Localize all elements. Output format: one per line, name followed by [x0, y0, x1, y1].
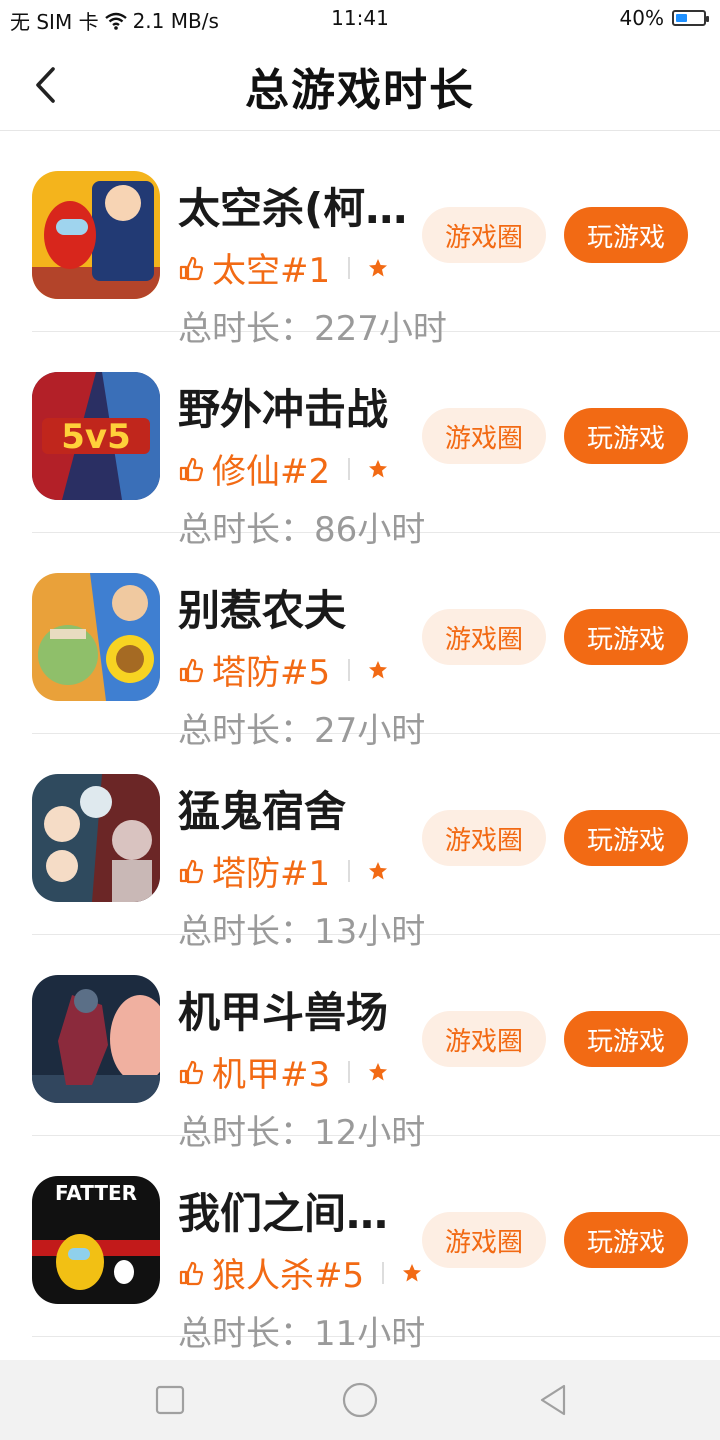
- recents-button[interactable]: [148, 1378, 192, 1422]
- tag-divider: [348, 859, 351, 882]
- page-title: 总游戏时长: [245, 65, 475, 116]
- thumbs-up-icon: [179, 1261, 204, 1285]
- tag-divider: [348, 1060, 351, 1083]
- home-button[interactable]: [338, 1378, 382, 1422]
- game-tag: 狼人杀#5: [212, 1256, 365, 1296]
- game-circle-button[interactable]: 游戏圈: [422, 1011, 546, 1067]
- game-tagline: 塔防#5: [178, 645, 388, 694]
- game-row[interactable]: 别惹农夫 塔防#5 总时长：27小时 游戏圈 玩游戏: [0, 533, 720, 751]
- game-tagline: 机甲#3: [178, 1047, 388, 1096]
- system-nav-bar: [0, 1360, 720, 1440]
- fatter-icon-label: FATTER: [55, 1181, 137, 1205]
- game-circle-button[interactable]: 游戏圈: [422, 1212, 546, 1268]
- play-game-button[interactable]: 玩游戏: [564, 1011, 688, 1067]
- thumbs-up-icon: [179, 457, 204, 481]
- game-row[interactable]: FATTER 我们之间… 狼人杀#5 总时长：11小时 游戏圈 玩游戏: [0, 1136, 720, 1354]
- star-icon: [369, 459, 388, 477]
- circle-icon: [342, 1382, 378, 1418]
- play-game-button[interactable]: 玩游戏: [564, 408, 688, 464]
- game-row[interactable]: 猛鬼宿舍 塔防#1 总时长：13小时 游戏圈 玩游戏: [0, 734, 720, 952]
- clock: 11:41: [331, 6, 389, 30]
- play-game-button[interactable]: 玩游戏: [564, 810, 688, 866]
- nav-back-button[interactable]: [532, 1378, 576, 1422]
- game-row[interactable]: 太空杀(柯… 太空#1 总时长：227小时 游戏圈 玩游戏: [0, 131, 720, 349]
- game-tag: 机甲#3: [212, 1055, 331, 1095]
- fatter-icon[interactable]: FATTER: [32, 1176, 160, 1304]
- game-tagline: 塔防#1: [178, 846, 388, 895]
- thumbs-up-icon: [179, 1060, 204, 1084]
- title-bar: 总游戏时长: [0, 38, 720, 131]
- thumbs-up-icon: [179, 256, 204, 280]
- star-icon: [369, 258, 388, 276]
- game-row[interactable]: 5v5 野外冲击战 修仙#2 总时长：86小时 游戏圈 玩游戏: [0, 332, 720, 550]
- game-name: 机甲斗兽场: [178, 988, 389, 1037]
- tag-divider: [348, 457, 351, 480]
- star-icon: [369, 1062, 388, 1080]
- game-name: 我们之间…: [178, 1189, 389, 1238]
- game-circle-button[interactable]: 游戏圈: [422, 207, 546, 263]
- zombie-sunflower-icon[interactable]: [32, 573, 160, 701]
- tag-divider: [348, 658, 351, 681]
- game-name: 别惹农夫: [178, 586, 347, 635]
- game-circle-button[interactable]: 游戏圈: [422, 810, 546, 866]
- status-bar: 无 SIM 卡 2.1 MB/s 11:41 40%: [0, 0, 720, 38]
- battery-percent: 40%: [619, 6, 664, 30]
- status-right: 40%: [619, 6, 709, 30]
- game-tag: 修仙#2: [212, 452, 331, 492]
- thumbs-up-icon: [179, 859, 204, 883]
- 5v5-battle-icon[interactable]: 5v5: [32, 372, 160, 500]
- ghost-dorm-icon[interactable]: [32, 774, 160, 902]
- game-circle-button[interactable]: 游戏圈: [422, 609, 546, 665]
- game-circle-button[interactable]: 游戏圈: [422, 408, 546, 464]
- game-tagline: 狼人杀#5: [178, 1248, 422, 1297]
- star-icon: [369, 861, 388, 879]
- play-game-button[interactable]: 玩游戏: [564, 609, 688, 665]
- total-duration: 总时长：86小时: [178, 510, 426, 550]
- triangle-back-icon: [540, 1384, 566, 1416]
- game-name: 太空杀(柯…: [178, 184, 408, 233]
- square-icon: [155, 1385, 185, 1415]
- game-name: 猛鬼宿舍: [178, 787, 347, 836]
- play-game-button[interactable]: 玩游戏: [564, 1212, 688, 1268]
- game-tag: 塔防#5: [212, 653, 331, 693]
- game-tagline: 修仙#2: [178, 444, 388, 493]
- mecha-icon[interactable]: [32, 975, 160, 1103]
- svg-text:5v5: 5v5: [61, 417, 130, 457]
- star-icon: [403, 1263, 422, 1281]
- battery-icon: [672, 10, 709, 26]
- total-duration: 总时长：13小时: [178, 912, 426, 952]
- total-duration: 总时长：227小时: [178, 309, 447, 349]
- total-duration: 总时长：12小时: [178, 1113, 426, 1153]
- among-us-conan-icon[interactable]: [32, 171, 160, 299]
- thumbs-up-icon: [179, 658, 204, 682]
- game-name: 野外冲击战: [178, 385, 389, 434]
- total-duration: 总时长：11小时: [178, 1314, 426, 1354]
- star-icon: [369, 660, 388, 678]
- total-duration: 总时长：27小时: [178, 711, 426, 751]
- tag-divider: [382, 1261, 385, 1284]
- play-game-button[interactable]: 玩游戏: [564, 207, 688, 263]
- game-row[interactable]: 机甲斗兽场 机甲#3 总时长：12小时 游戏圈 玩游戏: [0, 935, 720, 1153]
- tag-divider: [348, 256, 351, 279]
- game-tagline: 太空#1: [178, 243, 388, 292]
- game-tag: 太空#1: [212, 251, 331, 291]
- game-tag: 塔防#1: [212, 854, 331, 894]
